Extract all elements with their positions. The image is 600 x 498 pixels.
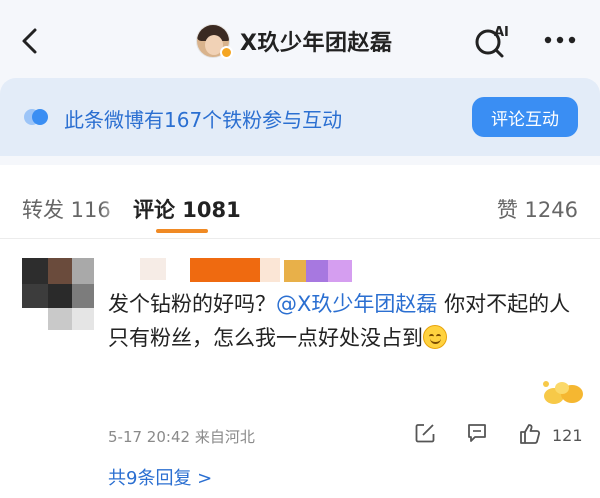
view-replies-link[interactable]: 共9条回复 > bbox=[108, 464, 212, 490]
chevron-left-icon[interactable] bbox=[14, 24, 48, 58]
smile-emoji-icon bbox=[423, 325, 447, 349]
comment-location: 来自河北 bbox=[194, 428, 255, 446]
comment-interact-button[interactable]: 评论互动 bbox=[472, 97, 578, 137]
page-title: X玖少年团赵磊 bbox=[240, 31, 393, 56]
tab-fade-overlay bbox=[100, 188, 130, 222]
like-count: 121 bbox=[552, 426, 583, 445]
comment-meta: 5-17 20:42 来自河北 bbox=[108, 426, 255, 447]
tab-repost[interactable]: 转发 116 bbox=[22, 194, 111, 224]
thumbs-up-icon[interactable] bbox=[518, 422, 542, 446]
tab-comment[interactable]: 评论 1081 bbox=[133, 194, 241, 224]
tab-like[interactable]: 赞 1246 bbox=[497, 194, 578, 224]
mention-link[interactable]: @X玖少年团赵磊 bbox=[276, 292, 437, 316]
fan-badge-icon bbox=[24, 109, 48, 125]
comment-body: 发个钻粉的好吗？@X玖少年团赵磊 你对不起的人只有粉丝，怎么我一点好处没占到 bbox=[108, 287, 578, 355]
comment-icon[interactable] bbox=[466, 422, 488, 444]
ai-label: AI bbox=[494, 25, 509, 40]
fan-decoration-icon bbox=[543, 381, 583, 404]
fan-banner-text: 此条微博有167个铁粉参与互动 bbox=[64, 108, 343, 132]
comment-time: 5-17 20:42 bbox=[108, 428, 191, 446]
divider bbox=[0, 238, 600, 239]
active-tab-indicator bbox=[156, 229, 208, 233]
more-dots-icon[interactable] bbox=[540, 30, 580, 50]
verified-badge-icon bbox=[220, 46, 233, 59]
share-icon[interactable] bbox=[414, 422, 436, 444]
ai-search-icon[interactable]: AI bbox=[472, 22, 514, 60]
comment-text-part: 发个钻粉的好吗？ bbox=[108, 292, 276, 316]
